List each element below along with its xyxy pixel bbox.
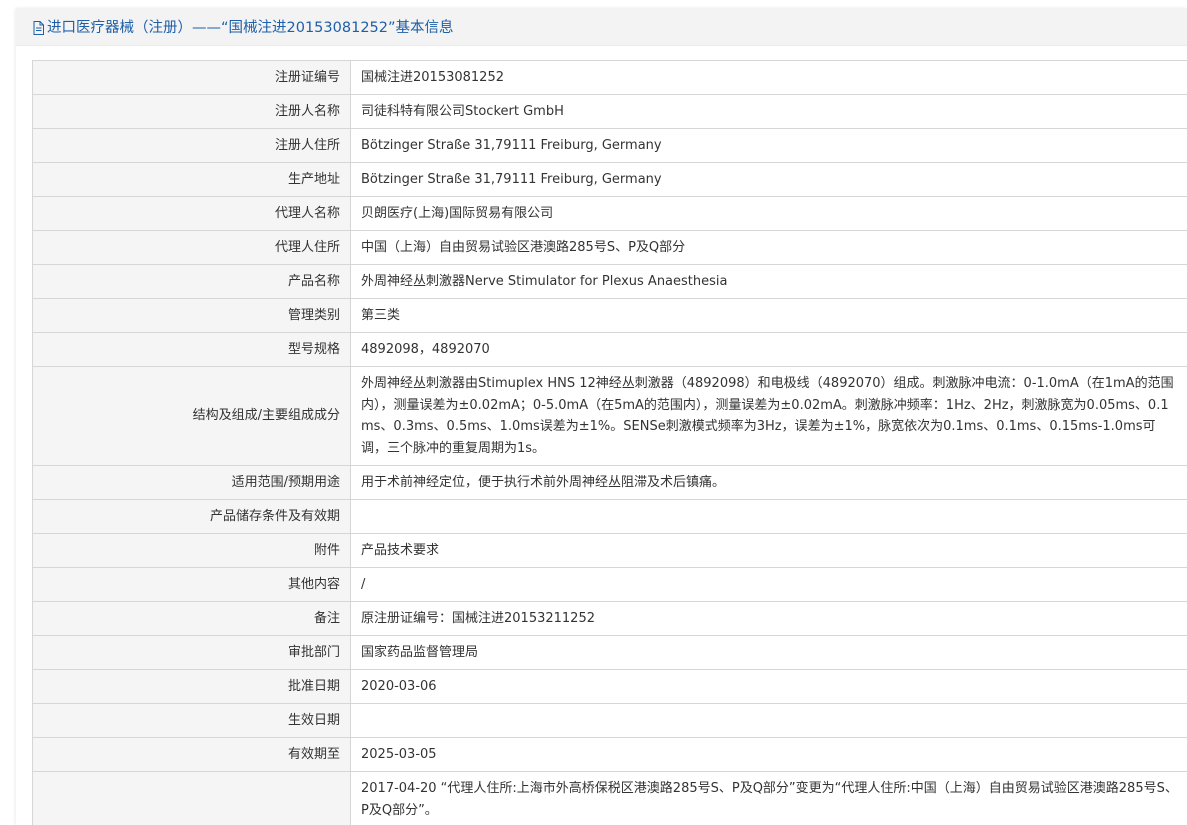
field-value	[350, 703, 1187, 738]
table-row: 注册人住所 Bötzinger Straße 31,79111 Freiburg…	[32, 128, 1187, 163]
field-value: 2025-03-05	[350, 737, 1187, 772]
field-value: 2017-04-20 “代理人住所:上海市外高桥保税区港澳路285号S、P及Q部…	[350, 771, 1187, 825]
field-value: 外周神经丛刺激器Nerve Stimulator for Plexus Anae…	[350, 264, 1187, 299]
table-row: 附件 产品技术要求	[32, 533, 1187, 568]
field-value: 外周神经丛刺激器由Stimuplex HNS 12神经丛刺激器（4892098）…	[350, 366, 1187, 466]
field-label: 备注	[32, 601, 351, 636]
table-row: 注册人名称 司徒科特有限公司Stockert GmbH	[32, 94, 1187, 129]
field-value: Bötzinger Straße 31,79111 Freiburg, Germ…	[350, 162, 1187, 197]
field-value: 贝朗医疗(上海)国际贸易有限公司	[350, 196, 1187, 231]
field-label: 产品名称	[32, 264, 351, 299]
field-label: 批准日期	[32, 669, 351, 704]
field-label: 其他内容	[32, 567, 351, 602]
field-label: 生产地址	[32, 162, 351, 197]
table-row: 有效期至 2025-03-05	[32, 737, 1187, 772]
table-row: 其他内容 /	[32, 567, 1187, 602]
field-value: 用于术前神经定位，便于执行术前外周神经丛阻滞及术后镇痛。	[350, 465, 1187, 500]
table-row: 代理人住所 中国（上海）自由贸易试验区港澳路285号S、P及Q部分	[32, 230, 1187, 265]
field-label: 注册证编号	[32, 60, 351, 95]
table-row: 注册证编号 国械注进20153081252	[32, 60, 1187, 95]
field-label: 代理人住所	[32, 230, 351, 265]
field-label: 适用范围/预期用途	[32, 465, 351, 500]
field-label: 代理人名称	[32, 196, 351, 231]
field-label: 管理类别	[32, 298, 351, 333]
field-value: 司徒科特有限公司Stockert GmbH	[350, 94, 1187, 129]
field-label: 注册人名称	[32, 94, 351, 129]
field-value: /	[350, 567, 1187, 602]
table-row: 结构及组成/主要组成成分 外周神经丛刺激器由Stimuplex HNS 12神经…	[32, 366, 1187, 466]
field-label: 有效期至	[32, 737, 351, 772]
table-row: 管理类别 第三类	[32, 298, 1187, 333]
table-row: 批准日期 2020-03-06	[32, 669, 1187, 704]
field-value: 4892098，4892070	[350, 332, 1187, 367]
page-header: 进口医疗器械（注册）——“国械注进20153081252”基本信息	[16, 8, 1187, 46]
table-row: 产品名称 外周神经丛刺激器Nerve Stimulator for Plexus…	[32, 264, 1187, 299]
field-label: 产品储存条件及有效期	[32, 499, 351, 534]
table-row: 生产地址 Bötzinger Straße 31,79111 Freiburg,…	[32, 162, 1187, 197]
field-label: 结构及组成/主要组成成分	[32, 366, 351, 466]
field-value: 中国（上海）自由贸易试验区港澳路285号S、P及Q部分	[350, 230, 1187, 265]
field-value: 第三类	[350, 298, 1187, 333]
document-icon	[33, 20, 44, 35]
field-label: 附件	[32, 533, 351, 568]
table-row: 适用范围/预期用途 用于术前神经定位，便于执行术前外周神经丛阻滞及术后镇痛。	[32, 465, 1187, 500]
detail-page: 进口医疗器械（注册）——“国械注进20153081252”基本信息 注册证编号 …	[16, 8, 1187, 825]
field-label: 审批部门	[32, 635, 351, 670]
field-value: Bötzinger Straße 31,79111 Freiburg, Germ…	[350, 128, 1187, 163]
field-value: 产品技术要求	[350, 533, 1187, 568]
table-row: 型号规格 4892098，4892070	[32, 332, 1187, 367]
field-value: 2020-03-06	[350, 669, 1187, 704]
table-row: 2017-04-20 “代理人住所:上海市外高桥保税区港澳路285号S、P及Q部…	[32, 771, 1187, 825]
field-value: 国械注进20153081252	[350, 60, 1187, 95]
table-row: 代理人名称 贝朗医疗(上海)国际贸易有限公司	[32, 196, 1187, 231]
field-value: 国家药品监督管理局	[350, 635, 1187, 670]
field-label: 注册人住所	[32, 128, 351, 163]
table-row: 产品储存条件及有效期	[32, 499, 1187, 534]
field-value: 原注册证编号：国械注进20153211252	[350, 601, 1187, 636]
table-row: 生效日期	[32, 703, 1187, 738]
field-label: 生效日期	[32, 703, 351, 738]
table-row: 备注 原注册证编号：国械注进20153211252	[32, 601, 1187, 636]
page-title: 进口医疗器械（注册）——“国械注进20153081252”基本信息	[47, 20, 454, 36]
field-value	[350, 499, 1187, 534]
info-table: 注册证编号 国械注进20153081252 注册人名称 司徒科特有限公司Stoc…	[32, 60, 1187, 825]
field-label: 型号规格	[32, 332, 351, 367]
field-label	[32, 771, 351, 825]
table-row: 审批部门 国家药品监督管理局	[32, 635, 1187, 670]
